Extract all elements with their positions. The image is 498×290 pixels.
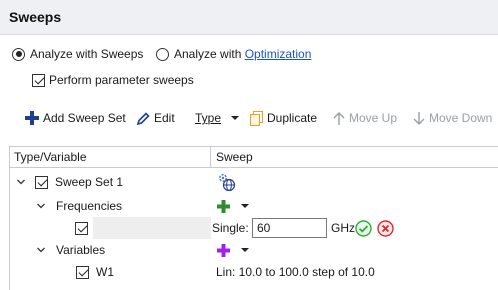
selected-cell-highlight [93, 217, 211, 239]
toolbar: Add Sweep Set Edit Type Duplicate Move U… [0, 108, 498, 128]
frequency-value-input-wrap[interactable]: 60 [252, 217, 327, 239]
caret-down-icon[interactable] [240, 239, 250, 261]
panel-title: Sweeps [9, 9, 62, 25]
panel-header: Sweeps [0, 0, 498, 35]
pencil-icon [137, 111, 150, 125]
analyze-optimization-radio[interactable]: Analyze with Optimization [156, 46, 311, 62]
frequency-unit-label: GHz [331, 221, 355, 235]
radio-indicator[interactable] [12, 47, 25, 61]
w1-label: W1 [96, 265, 114, 279]
checkbox-indicator[interactable] [75, 221, 88, 235]
cancel-x-icon[interactable] [377, 217, 394, 239]
duplicate-button[interactable]: Duplicate [250, 108, 317, 128]
checkbox-indicator[interactable] [32, 73, 45, 87]
w1-sweep-definition[interactable]: Lin: 10.0 to 100.0 step of 10.0 [216, 261, 375, 283]
tree-row-frequency-entry[interactable]: Single: 60 GHz [10, 217, 498, 239]
column-header-type-variable[interactable]: Type/Variable [14, 150, 87, 164]
plus-icon [217, 199, 230, 213]
edit-button[interactable]: Edit [137, 108, 175, 128]
frequency-entry-checkbox[interactable] [75, 217, 88, 239]
plus-icon [217, 243, 230, 257]
edit-label: Edit [154, 111, 175, 125]
optimization-link[interactable]: Optimization [245, 47, 312, 61]
analyze-sweeps-radio[interactable]: Analyze with Sweeps [12, 46, 143, 62]
add-frequency-button[interactable] [217, 195, 230, 217]
grid-header: Type/Variable Sweep [10, 147, 498, 168]
move-down-button[interactable]: Move Down [413, 108, 492, 128]
sweep-set-checkbox[interactable] [35, 171, 48, 193]
analyze-optimization-label: Analyze with [174, 47, 245, 61]
type-dropdown-button[interactable]: Type [195, 108, 244, 128]
chevron-down-icon[interactable] [16, 171, 26, 193]
analyze-sweeps-label: Analyze with Sweeps [30, 47, 144, 61]
move-up-button[interactable]: Move Up [333, 108, 397, 128]
sweep-tree-grid: Type/Variable Sweep Sweep Set 1 Frequenc… [9, 146, 498, 290]
radio-indicator[interactable] [156, 47, 169, 61]
plus-icon [25, 111, 39, 125]
sweep-settings-globe-icon[interactable] [216, 171, 236, 193]
frequency-mode-label: Single: [212, 221, 249, 235]
tree-row-variables[interactable]: Variables [10, 239, 498, 261]
move-down-label: Move Down [429, 111, 493, 125]
perform-param-sweeps-label: Perform parameter sweeps [49, 73, 194, 87]
type-label: Type [195, 111, 222, 125]
perform-param-sweeps-checkbox[interactable]: Perform parameter sweeps [32, 72, 194, 88]
duplicate-icon [250, 110, 263, 126]
chevron-down-icon[interactable] [36, 195, 46, 217]
frequencies-label: Frequencies [56, 199, 123, 213]
move-up-label: Move Up [349, 111, 398, 125]
column-divider[interactable] [210, 147, 211, 168]
variables-label: Variables [56, 243, 106, 257]
tree-row-frequencies[interactable]: Frequencies [10, 195, 498, 217]
tree-row-sweep-set[interactable]: Sweep Set 1 [10, 171, 498, 193]
sweep-set-label: Sweep Set 1 [55, 175, 124, 189]
add-variable-button[interactable] [217, 239, 230, 261]
add-sweep-set-button[interactable]: Add Sweep Set [25, 108, 126, 128]
tree-row-w1[interactable]: W1 Lin: 10.0 to 100.0 step of 10.0 [10, 261, 498, 283]
frequency-value-input[interactable]: 60 [252, 218, 327, 238]
add-sweep-set-label: Add Sweep Set [43, 111, 126, 125]
caret-down-icon[interactable] [240, 195, 250, 217]
arrow-down-icon [413, 111, 425, 125]
column-header-sweep[interactable]: Sweep [216, 150, 253, 164]
w1-checkbox[interactable] [76, 261, 89, 283]
checkbox-indicator[interactable] [76, 265, 89, 279]
chevron-down-icon[interactable] [36, 239, 46, 261]
caret-down-icon [231, 116, 240, 120]
duplicate-label: Duplicate [267, 111, 318, 125]
arrow-up-icon [333, 111, 345, 125]
checkbox-indicator[interactable] [35, 175, 48, 189]
confirm-check-icon[interactable] [355, 217, 372, 239]
